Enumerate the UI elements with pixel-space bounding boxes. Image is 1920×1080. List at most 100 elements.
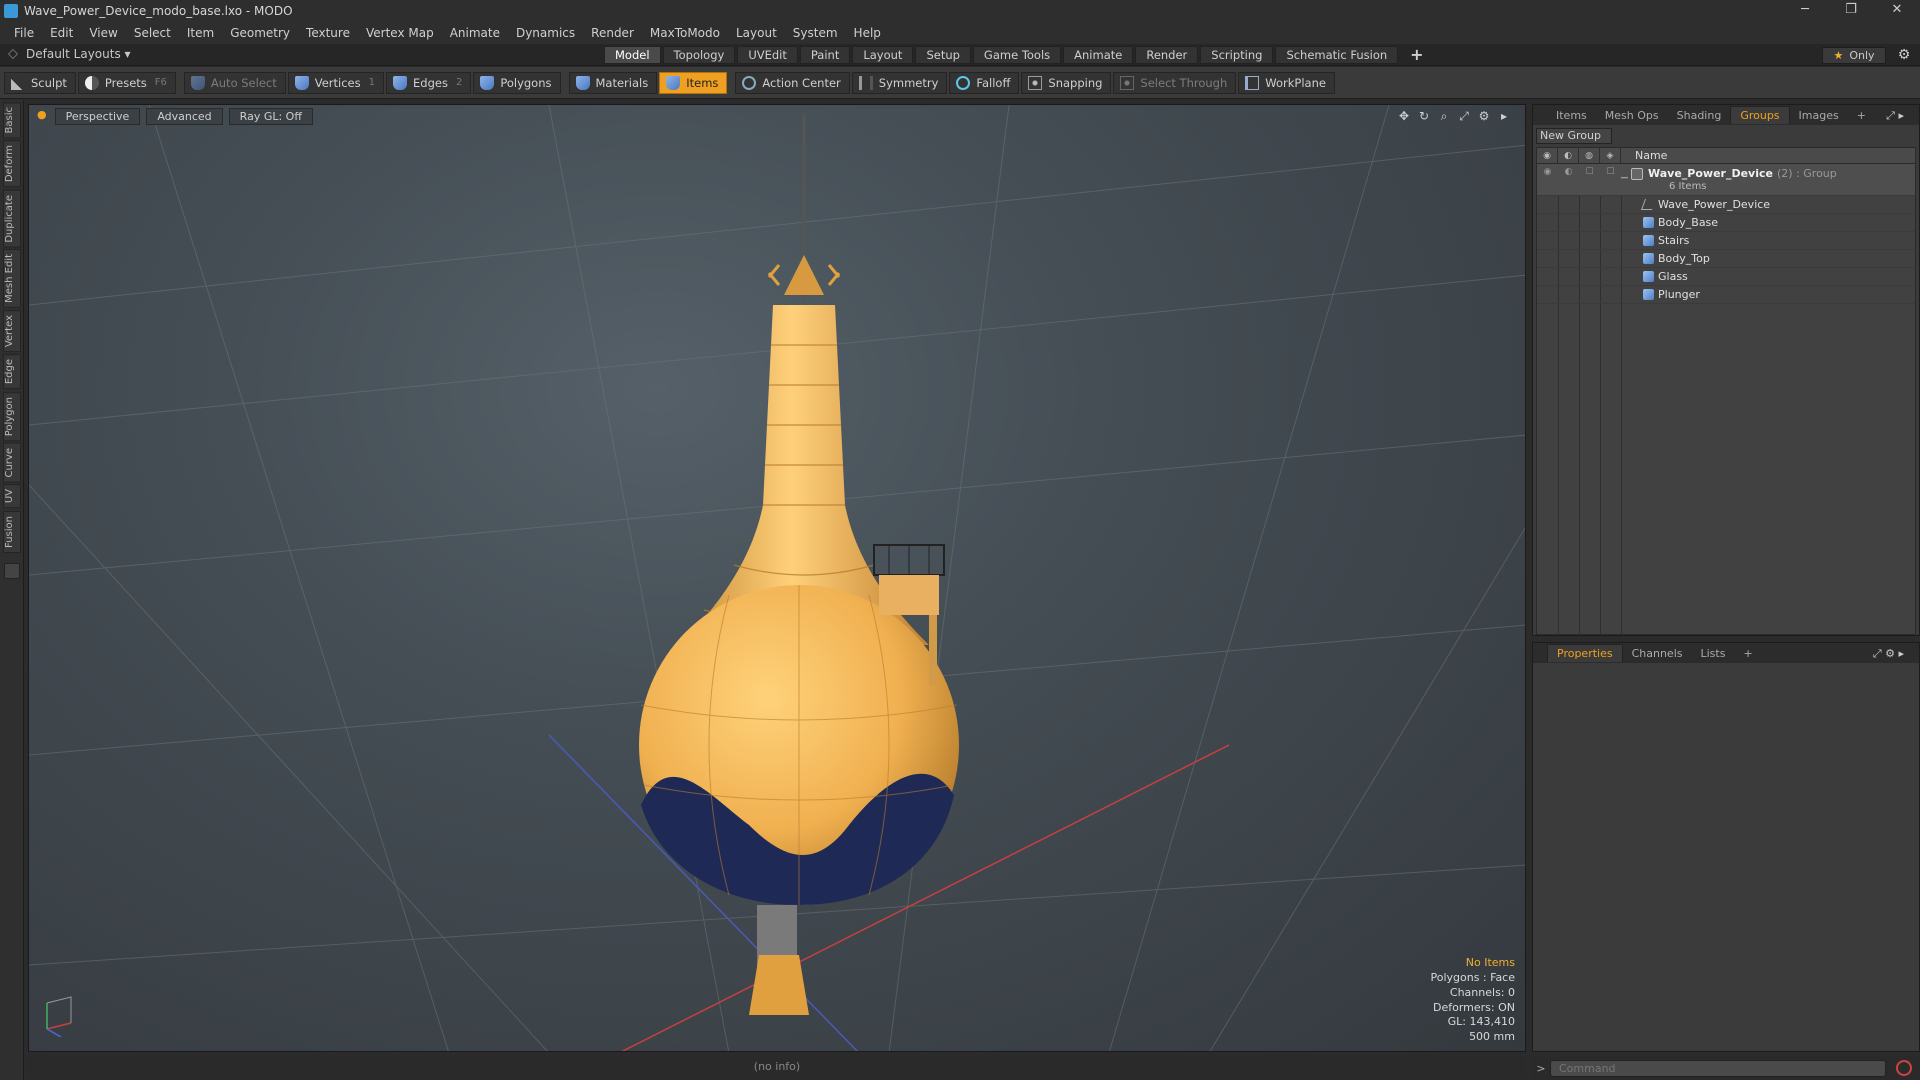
tab-polygon[interactable]: Polygon	[3, 391, 21, 441]
tab-render[interactable]: Render	[1135, 46, 1199, 64]
tab-uvedit[interactable]: UVEdit	[737, 46, 798, 64]
tab-scripting[interactable]: Scripting	[1200, 46, 1274, 64]
menu-geometry[interactable]: Geometry	[222, 26, 298, 40]
sculpt-button[interactable]: Sculpt	[4, 71, 76, 94]
add-props-tab-icon[interactable]: +	[1734, 645, 1761, 662]
menu-system[interactable]: System	[785, 26, 846, 40]
menu-maxtomodo[interactable]: MaxToModo	[642, 26, 728, 40]
tree-item-body-top[interactable]: Body_Top	[1537, 250, 1915, 268]
tab-channels[interactable]: Channels	[1623, 645, 1692, 662]
collapse-icon[interactable]: ▁	[1621, 169, 1631, 179]
group-visibility-icon[interactable]: ◉	[1537, 167, 1558, 195]
menu-edit[interactable]: Edit	[42, 26, 81, 40]
new-group-button[interactable]: New Group	[1536, 128, 1612, 144]
group-lock-icon[interactable]: ☐	[1579, 167, 1600, 195]
menu-render[interactable]: Render	[583, 26, 642, 40]
raygl-toggle[interactable]: Ray GL: Off	[228, 108, 313, 125]
tab-groups[interactable]: Groups	[1730, 106, 1790, 124]
tab-fusion[interactable]: Fusion	[3, 510, 21, 553]
fit-icon[interactable]: ⤢	[1457, 109, 1471, 123]
tab-game-tools[interactable]: Game Tools	[972, 46, 1062, 64]
add-tab-icon[interactable]: +	[1400, 46, 1433, 64]
tree-item-wave-power-device[interactable]: Wave_Power_Device	[1537, 196, 1915, 214]
tab-edge[interactable]: Edge	[3, 354, 21, 390]
zoom-icon[interactable]: ⌕	[1437, 109, 1451, 123]
record-macro-icon[interactable]	[1896, 1060, 1912, 1076]
tree-item-plunger[interactable]: Plunger	[1537, 286, 1915, 304]
tab-lists[interactable]: Lists	[1692, 645, 1735, 662]
tab-images[interactable]: Images	[1790, 107, 1848, 124]
falloff-button[interactable]: Falloff	[949, 71, 1020, 94]
add-panel-tab-icon[interactable]: +	[1848, 107, 1875, 124]
render-column-icon[interactable]: ◐	[1558, 148, 1579, 163]
vertices-button[interactable]: Vertices 1	[287, 71, 384, 94]
menu-vertex-map[interactable]: Vertex Map	[358, 26, 442, 40]
menu-layout[interactable]: Layout	[728, 26, 785, 40]
tab-properties[interactable]: Properties	[1547, 644, 1623, 662]
menu-file[interactable]: File	[6, 26, 42, 40]
tab-paint[interactable]: Paint	[799, 46, 851, 64]
3d-viewport[interactable]: ● Perspective Advanced Ray GL: Off ✥ ↻ ⌕…	[28, 104, 1526, 1052]
group-render-icon[interactable]: ◐	[1558, 167, 1579, 195]
viewport-expand-icon[interactable]: ▸	[1497, 109, 1511, 123]
tab-schematic-fusion[interactable]: Schematic Fusion	[1275, 46, 1399, 64]
items-button[interactable]: Items	[659, 71, 728, 94]
tab-curve[interactable]: Curve	[3, 442, 21, 483]
view-type-dropdown[interactable]: Perspective	[54, 108, 141, 125]
tab-uv[interactable]: UV	[3, 484, 21, 509]
tab-deform[interactable]: Deform	[3, 140, 21, 188]
tab-topology[interactable]: Topology	[662, 46, 736, 64]
auto-select-button[interactable]: Auto Select	[183, 71, 286, 94]
only-toggle[interactable]: ★ Only	[1822, 47, 1886, 64]
gear-icon[interactable]: ⚙	[1896, 47, 1912, 63]
lock-column-icon[interactable]: ◍	[1579, 148, 1600, 163]
orbit-icon[interactable]: ↻	[1417, 109, 1431, 123]
menu-dynamics[interactable]: Dynamics	[508, 26, 583, 40]
minimize-button[interactable]: ─	[1782, 0, 1828, 22]
menu-select[interactable]: Select	[126, 26, 179, 40]
left-panel-toggle-button[interactable]	[4, 562, 20, 579]
symmetry-button[interactable]: Symmetry	[851, 71, 948, 94]
group-row[interactable]: ◉ ◐ ☐ ☐ ▁ Wave_Power_Device (2) : Group …	[1537, 164, 1915, 196]
tree-item-stairs[interactable]: Stairs	[1537, 232, 1915, 250]
menu-animate[interactable]: Animate	[442, 26, 508, 40]
edges-button[interactable]: Edges 2	[386, 71, 472, 94]
tree-item-glass[interactable]: Glass	[1537, 268, 1915, 286]
tab-model[interactable]: Model	[604, 46, 661, 64]
tab-mesh-ops[interactable]: Mesh Ops	[1596, 107, 1668, 124]
tab-mesh-edit[interactable]: Mesh Edit	[3, 249, 21, 309]
layouts-dropdown[interactable]: Default Layouts ▾	[8, 47, 131, 61]
name-column-header[interactable]: Name	[1621, 148, 1667, 163]
tab-duplicate[interactable]: Duplicate	[3, 189, 21, 248]
tab-basic[interactable]: Basic	[3, 102, 21, 139]
select-through-button[interactable]: Select Through	[1113, 71, 1237, 94]
visibility-column-icon[interactable]: ◉	[1537, 148, 1558, 163]
pan-icon[interactable]: ✥	[1397, 109, 1411, 123]
menu-view[interactable]: View	[81, 26, 125, 40]
menu-texture[interactable]: Texture	[298, 26, 358, 40]
tab-vertex[interactable]: Vertex	[3, 310, 21, 353]
tab-animate[interactable]: Animate	[1063, 46, 1134, 64]
snapping-button[interactable]: Snapping	[1021, 71, 1112, 94]
menu-help[interactable]: Help	[846, 26, 889, 40]
viewport-gear-icon[interactable]: ⚙	[1477, 109, 1491, 123]
tab-shading[interactable]: Shading	[1668, 107, 1731, 124]
tab-layout[interactable]: Layout	[852, 46, 914, 64]
command-input[interactable]	[1550, 1059, 1886, 1077]
props-expand-icon[interactable]: ⤢ ⚙ ▸	[1864, 645, 1913, 663]
menu-item[interactable]: Item	[179, 26, 222, 40]
tree-item-body-base[interactable]: Body_Base	[1537, 214, 1915, 232]
viewport-menu-icon[interactable]: ●	[35, 108, 49, 125]
restore-button[interactable]: ❐	[1828, 0, 1874, 22]
close-button[interactable]: ✕	[1874, 0, 1920, 22]
shading-dropdown[interactable]: Advanced	[146, 108, 223, 125]
tab-setup[interactable]: Setup	[915, 46, 971, 64]
polygons-button[interactable]: Polygons	[473, 71, 561, 94]
action-center-button[interactable]: Action Center	[735, 71, 850, 94]
select-column-icon[interactable]: ◈	[1600, 148, 1621, 163]
workplane-button[interactable]: WorkPlane	[1238, 71, 1335, 94]
panel-expand-icon[interactable]: ⤢ ▸	[1877, 107, 1913, 125]
group-select-icon[interactable]: ☐	[1600, 167, 1621, 195]
layout-pin-icon[interactable]	[8, 49, 18, 59]
presets-button[interactable]: Presets F6	[77, 71, 176, 94]
